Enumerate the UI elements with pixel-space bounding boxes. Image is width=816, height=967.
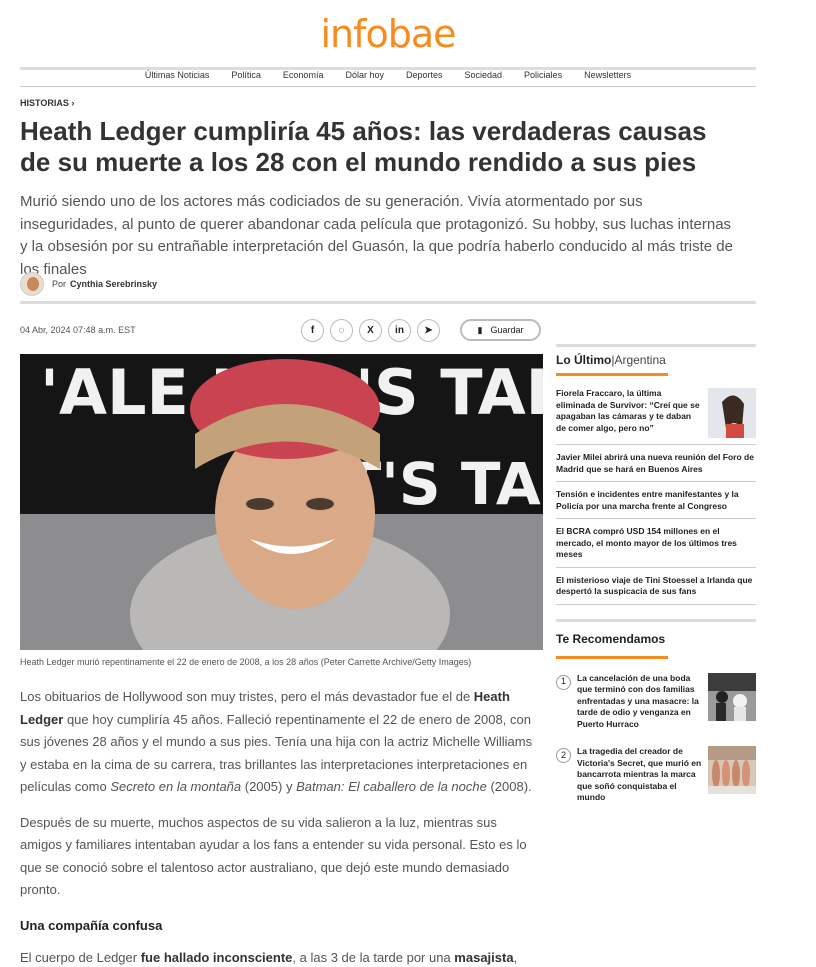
- lo-ultimo-header: Lo Último|Argentina: [556, 353, 666, 367]
- article-body: Los obituarios de Hollywood son muy tris…: [20, 686, 536, 967]
- paragraph-2: Después de su muerte, muchos aspectos de…: [20, 814, 527, 898]
- author-prefix: Por: [52, 279, 67, 289]
- section-kicker[interactable]: HISTORIAS ›: [20, 98, 74, 108]
- recomendamos-header: Te Recomendamos: [556, 631, 666, 646]
- x-icon[interactable]: X: [359, 319, 382, 342]
- recommended-thumbnail[interactable]: [708, 746, 756, 794]
- sidebar: Lo Último|Argentina Fiorela Fraccaro, la…: [556, 344, 756, 804]
- rank-badge: 1: [556, 674, 571, 690]
- facebook-icon[interactable]: f: [301, 319, 324, 342]
- paragraph-3: El cuerpo de Ledger fue hallado inconsci…: [20, 950, 518, 965]
- paragraph-1: Los obituarios de Hollywood son muy tris…: [20, 689, 533, 794]
- latest-item[interactable]: El misterioso viaje de Tini Stoessel a I…: [556, 568, 756, 605]
- linkedin-icon[interactable]: in: [388, 319, 411, 342]
- whatsapp-icon[interactable]: ◌: [330, 319, 353, 342]
- article-title: Heath Ledger cumpliría 45 años: las verd…: [20, 116, 707, 177]
- telegram-icon[interactable]: ➤: [417, 319, 440, 342]
- nav-item-deportes[interactable]: Deportes: [406, 70, 443, 86]
- hero-caption: Heath Ledger murió repentinamente el 22 …: [20, 657, 472, 667]
- lo-ultimo-label[interactable]: Lo Último: [556, 353, 611, 367]
- save-button[interactable]: ▮ Guardar: [460, 319, 541, 341]
- bookmark-icon: ▮: [477, 324, 483, 335]
- author-avatar[interactable]: [20, 272, 44, 296]
- nav-item-ultimas-noticias[interactable]: Últimas Noticias: [145, 70, 210, 86]
- latest-item[interactable]: El BCRA compró USD 154 millones en el me…: [556, 519, 756, 568]
- latest-thumbnail[interactable]: [708, 388, 756, 438]
- chevron-right-icon: ›: [71, 98, 75, 108]
- region-label[interactable]: Argentina: [614, 353, 665, 367]
- nav-item-sociedad[interactable]: Sociedad: [465, 70, 503, 86]
- nav-item-politica[interactable]: Política: [231, 70, 261, 86]
- save-label: Guardar: [490, 325, 524, 335]
- rank-badge: 2: [556, 748, 571, 763]
- infobae-logo[interactable]: infobae: [0, 12, 776, 56]
- nav-item-policiales[interactable]: Policiales: [524, 70, 562, 86]
- nav-item-economia[interactable]: Economía: [283, 70, 324, 86]
- publish-date: 04 Abr, 2024 07:48 a.m. EST: [20, 325, 136, 335]
- latest-item[interactable]: Javier Milei abrirá una nueva reunión de…: [556, 445, 756, 482]
- nav-divider: [20, 86, 756, 87]
- latest-item[interactable]: Fiorela Fraccaro, la última eliminada de…: [556, 376, 756, 445]
- recommended-title[interactable]: La cancelación de una boda que terminó c…: [577, 673, 702, 731]
- article-deck: Murió siendo uno de los actores más codi…: [20, 193, 733, 278]
- recommended-item[interactable]: 1 La cancelación de una boda que terminó…: [556, 659, 756, 731]
- recommended-item[interactable]: 2 La tragedia del creador de Victoria's …: [556, 730, 756, 804]
- kicker-label[interactable]: HISTORIAS: [20, 98, 69, 108]
- nav-item-newsletters[interactable]: Newsletters: [584, 70, 631, 86]
- main-nav: Últimas Noticias Política Economía Dólar…: [20, 70, 756, 86]
- recommended-thumbnail[interactable]: [708, 672, 756, 721]
- author-byline: Por Cynthia Serebrinsky: [20, 272, 157, 296]
- share-bar: f ◌ X in ➤: [301, 319, 440, 342]
- author-name[interactable]: Cynthia Serebrinsky: [70, 279, 157, 289]
- subheading: Una compañía confusa: [20, 917, 163, 933]
- hero-image: 'ALE KNI 'S TALE IT'S TA: [20, 354, 543, 650]
- recommended-title[interactable]: La tragedia del creador de Victoria's Se…: [577, 746, 702, 804]
- nav-item-dolar-hoy[interactable]: Dólar hoy: [345, 70, 384, 86]
- latest-item[interactable]: Tensión e incidentes entre manifestantes…: [556, 482, 756, 519]
- byline-divider: [20, 301, 756, 304]
